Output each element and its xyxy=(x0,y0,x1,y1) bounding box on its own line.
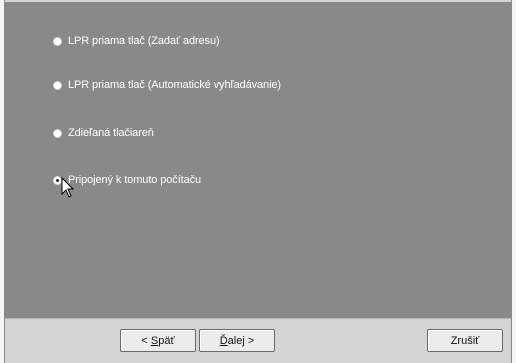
option-label: Pripojený k tomuto počítaču xyxy=(68,174,202,186)
cancel-button[interactable]: Zrušiť xyxy=(427,329,503,352)
mouse-pointer-icon xyxy=(61,177,75,198)
back-mnemonic: S xyxy=(150,334,159,347)
option-lpr-direct-auto-search[interactable]: LPR priama tlač (Automatické vyhľadávani… xyxy=(53,79,281,91)
next-label-rest: alej > xyxy=(227,334,255,347)
option-label: LPR priama tlač (Zadať adresu) xyxy=(68,35,220,47)
option-label: LPR priama tlač (Automatické vyhľadávani… xyxy=(68,79,281,91)
connection-options-panel: LPR priama tlač (Zadať adresu) LPR priam… xyxy=(5,2,511,318)
radio-button[interactable] xyxy=(53,36,62,46)
option-shared-printer[interactable]: Zdieľaná tlačiareň xyxy=(53,127,154,139)
cancel-label: Zrušiť xyxy=(450,334,480,347)
button-bar: < Späť Ďalej > Zrušiť xyxy=(5,318,511,363)
radio-button[interactable] xyxy=(53,128,62,138)
back-label-rest: päť xyxy=(158,334,175,347)
option-label: Zdieľaná tlačiareň xyxy=(68,127,154,139)
radio-button[interactable] xyxy=(53,80,62,90)
back-button[interactable]: < Späť xyxy=(120,329,196,352)
next-button[interactable]: Ďalej > xyxy=(199,329,275,352)
next-mnemonic: Ď xyxy=(219,334,228,347)
option-lpr-direct-address[interactable]: LPR priama tlač (Zadať adresu) xyxy=(53,35,220,47)
back-prefix: < xyxy=(141,334,151,347)
